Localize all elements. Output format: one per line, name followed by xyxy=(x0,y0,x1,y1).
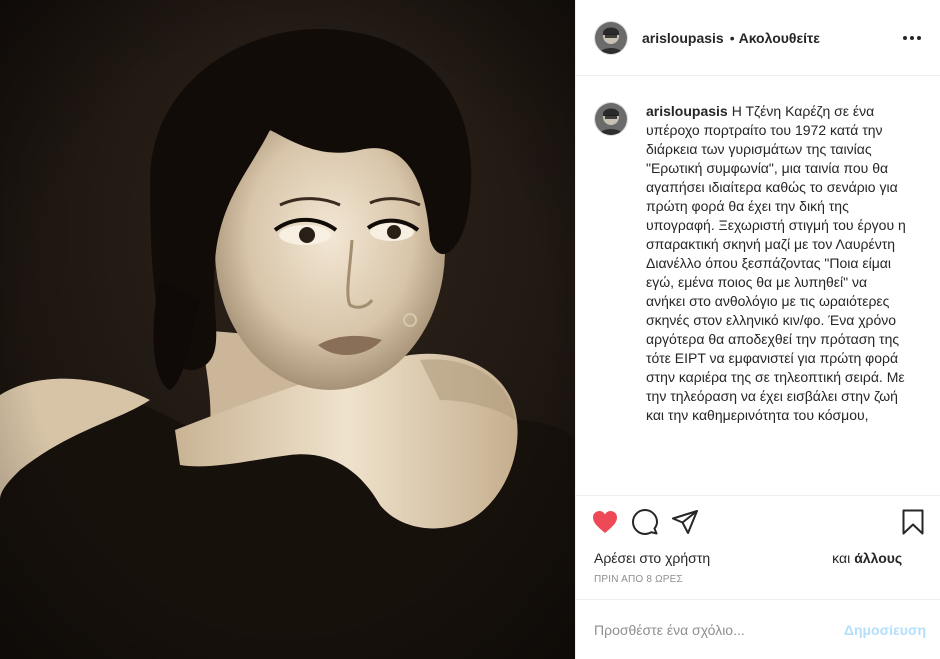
instagram-post: arisloupasis • Ακολουθείτε arisloupasis … xyxy=(0,0,940,659)
likes-line: Αρέσει στο χρήστη και άλλους xyxy=(576,548,940,568)
heart-filled-icon[interactable] xyxy=(592,509,618,535)
post-details-panel: arisloupasis • Ακολουθείτε arisloupasis … xyxy=(575,0,940,659)
separator-dot: • xyxy=(729,29,735,46)
action-icons xyxy=(576,496,940,548)
header-username[interactable]: arisloupasis xyxy=(642,30,724,46)
caption: arisloupasis Η Τζένη Καρέζη σε ένα υπέροχ… xyxy=(646,102,910,495)
likes-and: και xyxy=(832,550,851,566)
avatar[interactable] xyxy=(594,20,628,55)
more-options-icon[interactable] xyxy=(900,26,924,50)
caption-avatar[interactable] xyxy=(594,102,628,136)
post-header: arisloupasis • Ακολουθείτε xyxy=(576,0,940,76)
share-icon[interactable] xyxy=(672,509,698,535)
comment-form: Δημοσίευση xyxy=(576,599,940,659)
comment-input[interactable] xyxy=(594,621,844,638)
caption-username[interactable]: arisloupasis xyxy=(646,103,728,119)
portrait-image xyxy=(0,0,575,659)
bookmark-icon[interactable] xyxy=(900,509,926,535)
post-photo[interactable] xyxy=(0,0,575,659)
caption-area: arisloupasis Η Τζένη Καρέζη σε ένα υπέροχ… xyxy=(576,77,940,495)
likes-prefix: Αρέσει στο χρήστη xyxy=(594,550,711,566)
liker-username[interactable] xyxy=(716,553,826,563)
actions-section: Αρέσει στο χρήστη και άλλους ΠΡΙΝ ΑΠΟ 8 … xyxy=(576,495,940,590)
likes-others-link[interactable]: άλλους xyxy=(854,550,902,566)
caption-text: Η Τζένη Καρέζη σε ένα υπέροχο πορτραίτο … xyxy=(646,103,906,423)
following-button[interactable]: Ακολουθείτε xyxy=(739,30,820,46)
post-comment-button[interactable]: Δημοσίευση xyxy=(844,622,926,638)
avatar-image xyxy=(595,21,627,54)
avatar-image xyxy=(595,103,627,135)
post-timestamp[interactable]: ΠΡΙΝ ΑΠΟ 8 ΩΡΕΣ xyxy=(576,568,940,590)
comment-icon[interactable] xyxy=(632,509,658,535)
